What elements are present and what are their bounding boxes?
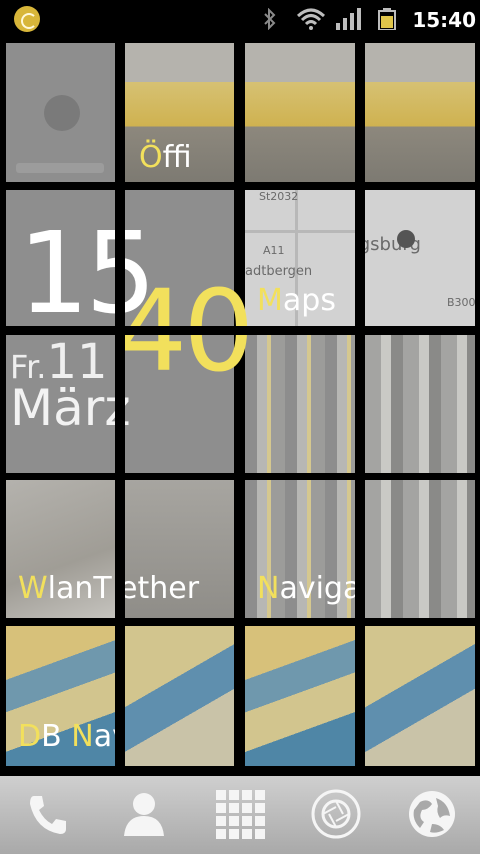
tile-offi-image-3[interactable] xyxy=(365,43,475,182)
map-road xyxy=(245,230,355,233)
clock-month: März xyxy=(10,379,131,437)
tile-city-image-1[interactable] xyxy=(245,335,355,473)
map-pin-icon xyxy=(397,230,415,248)
tile-offi[interactable]: Öffi xyxy=(125,43,234,182)
contacts-icon[interactable] xyxy=(118,788,170,840)
tile-city-image-2[interactable] xyxy=(365,335,475,473)
tile-feed[interactable] xyxy=(6,43,115,182)
map-area-label: adtbergen xyxy=(245,264,313,279)
tile-offi-image-2[interactable] xyxy=(245,43,355,182)
wifi-icon xyxy=(296,8,326,30)
map-road-label: B300 xyxy=(447,296,475,309)
tile-label-db-navigator: DB Navigator xyxy=(18,719,115,754)
tile-db-navigator-4[interactable] xyxy=(365,626,475,766)
phone-icon[interactable] xyxy=(22,788,74,840)
tile-navigation[interactable]: Navigation xyxy=(245,480,355,618)
signal-icon xyxy=(336,8,361,30)
dock xyxy=(0,776,480,854)
tile-navigation-2[interactable] xyxy=(365,480,475,618)
status-clock: 15:40 xyxy=(412,8,476,32)
browser-icon[interactable] xyxy=(406,788,458,840)
tile-label-maps: Maps xyxy=(257,283,336,318)
notification-icon[interactable] xyxy=(14,6,40,32)
app-drawer-icon[interactable] xyxy=(214,788,266,840)
tile-label-navigation: Navigation xyxy=(257,571,355,606)
tile-wlantether-2[interactable]: hether xyxy=(125,480,234,618)
tile-db-navigator-3[interactable] xyxy=(245,626,355,766)
tile-db-navigator[interactable]: DB Navigator xyxy=(6,626,115,766)
bluetooth-icon xyxy=(264,8,276,30)
tile-maps-2[interactable]: Augsburg B300 xyxy=(365,190,475,328)
grid-gutter xyxy=(115,38,125,776)
camera-icon[interactable] xyxy=(310,788,362,840)
map-road-label: A11 xyxy=(263,244,285,257)
battery-icon xyxy=(378,8,396,30)
status-bar: 15:40 xyxy=(0,0,480,38)
tile-maps[interactable]: St2032 A11 adtbergen Maps xyxy=(245,190,355,328)
map-road-label: St2032 xyxy=(259,190,299,203)
tile-label-wlantether: WlanT xyxy=(18,571,112,606)
tile-db-navigator-2[interactable] xyxy=(125,626,234,766)
tile-label-offi: Öffi xyxy=(139,140,192,175)
tile-label-wlantether-rest: hether xyxy=(125,571,200,606)
feed-bar xyxy=(16,163,104,173)
rss-icon xyxy=(44,95,80,131)
tile-wlantether[interactable]: WlanT xyxy=(6,480,115,618)
grid-gutter xyxy=(0,326,480,335)
